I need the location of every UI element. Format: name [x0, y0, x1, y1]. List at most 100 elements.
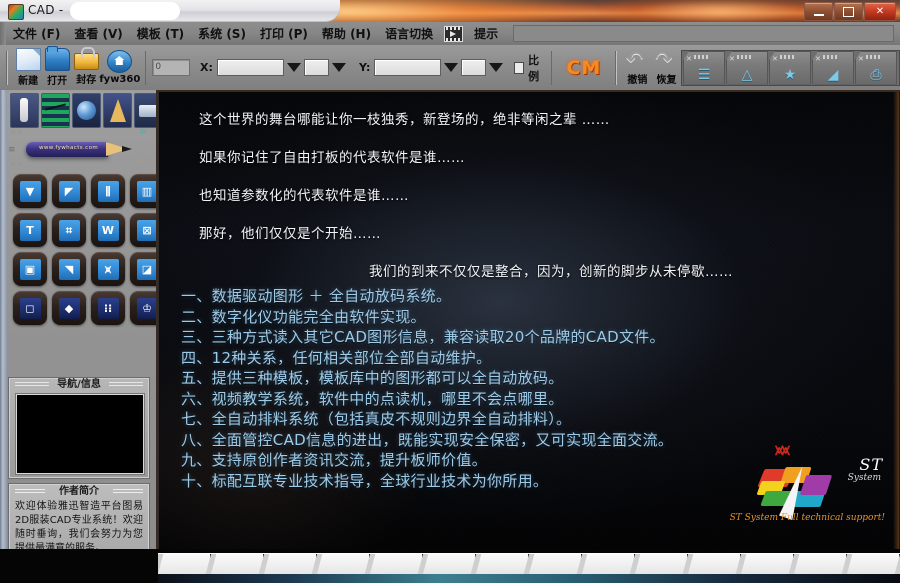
tool-button-frame[interactable]: ▣	[13, 252, 47, 286]
minimize-button[interactable]	[804, 2, 833, 21]
view-tab-grip-icon	[823, 54, 838, 59]
y-input[interactable]	[374, 59, 442, 76]
redacted-title-block	[70, 2, 180, 20]
view-tab-list[interactable]: ✕ ☰	[683, 50, 726, 85]
menu-item-print[interactable]: 打印 (P)	[253, 23, 315, 44]
tool-button-text[interactable]: T	[13, 213, 47, 247]
tool-button-sew[interactable]: ⌗	[52, 213, 86, 247]
printer-icon: ⎙	[870, 66, 882, 83]
x-unit-chevron-down-icon[interactable]	[331, 63, 346, 72]
page-tab[interactable]	[158, 554, 211, 574]
page-tab[interactable]	[529, 554, 582, 574]
scale-checkbox[interactable]	[514, 61, 525, 74]
feature-item-6: 六、视频教学系统，软件中的点读机，哪里不会点哪里。	[181, 389, 564, 408]
menu-item-view[interactable]: 查看 (V)	[67, 23, 129, 44]
view-tab-close-icon[interactable]: ✕	[858, 55, 864, 63]
sidebar-decor-lines: ≡	[8, 145, 17, 155]
home-icon	[107, 50, 133, 73]
x-input[interactable]	[216, 59, 284, 76]
toolbar-divider-3	[550, 50, 553, 85]
y-dropdown-chevron-down-icon[interactable]	[444, 63, 459, 72]
page-tab[interactable]	[582, 554, 635, 574]
view-tab-grade[interactable]: ✕ ◢	[812, 50, 855, 85]
layers-stripe-icon[interactable]	[41, 93, 70, 128]
tool-button-dart[interactable]: ▼	[13, 174, 47, 208]
page-tab[interactable]	[370, 554, 423, 574]
tool-button-select[interactable]: ◻	[13, 291, 47, 325]
redo-button[interactable]: ↷ 恢复	[652, 47, 681, 89]
page-tab[interactable]	[423, 554, 476, 574]
open-button[interactable]: 打开	[43, 46, 72, 89]
page-tab[interactable]	[847, 554, 900, 574]
tool-button-corner[interactable]: ◤	[52, 174, 86, 208]
x-dropdown-chevron-down-icon[interactable]	[286, 63, 301, 72]
navigation-info-panel: 导航/信息	[8, 377, 150, 479]
navigation-preview-canvas[interactable]	[15, 393, 145, 475]
page-tab[interactable]	[476, 554, 529, 574]
scale-label: 比例	[528, 53, 540, 83]
view-tab-grip-icon	[866, 54, 881, 59]
menu-item-help[interactable]: 帮助 (H)	[315, 23, 378, 44]
fyw360-button[interactable]: fyw360	[99, 47, 141, 89]
sidebar-top-icon-row	[10, 93, 163, 128]
index-field[interactable]: 0	[152, 59, 191, 76]
fyw360-button-label: fyw360	[99, 74, 141, 85]
menu-item-file[interactable]: 文件 (F)	[6, 23, 67, 44]
tool-button-arrow[interactable]: ◥	[52, 252, 86, 286]
page-tab[interactable]	[794, 554, 847, 574]
tool-button-dots[interactable]: ⁝⁝	[91, 291, 125, 325]
feature-item-4: 四、12种关系，任何相关部位全部自动维护。	[181, 348, 492, 367]
x-unit-input[interactable]	[303, 59, 329, 76]
archive-button[interactable]: 封存	[72, 47, 101, 89]
tool-button-pleat[interactable]: ⫼	[91, 174, 125, 208]
page-tab[interactable]	[317, 554, 370, 574]
grid-tool-icon: ▥	[136, 180, 158, 202]
menu-item-template[interactable]: 模板 (T)	[130, 23, 191, 44]
sidebar-edge-rail	[0, 90, 7, 583]
page-tab[interactable]	[264, 554, 317, 574]
page-tab[interactable]	[211, 554, 264, 574]
y-unit-input[interactable]	[461, 59, 487, 76]
menu-item-tips[interactable]: 提示	[467, 23, 505, 44]
redo-button-label: 恢复	[656, 75, 677, 86]
author-panel-text: 欢迎体验雅迅智造平台图易2D服装CAD专业系统！欢迎随时垂询，我们会努力为您提供…	[15, 501, 143, 554]
view-tab-close-icon[interactable]: ✕	[729, 55, 735, 63]
lock-archive-icon	[73, 47, 99, 70]
tool-button-wave[interactable]: ⩙	[91, 252, 125, 286]
tool-button-w[interactable]: W	[91, 213, 125, 247]
sphere-icon[interactable]	[72, 93, 101, 128]
view-tab-garment[interactable]: ✕ △	[726, 50, 769, 85]
hero-line-5: 我们的到来不仅仅是整合，因为，创新的脚步从未停歇……	[369, 264, 733, 280]
logo-scribble-icon: ⩙⩙	[775, 441, 790, 459]
hero-line-1: 这个世界的舞台哪能让你一枝独秀，新登场的，绝非等闲之辈 ……	[199, 112, 610, 128]
view-tab-close-icon[interactable]: ✕	[686, 55, 692, 63]
tool-button-diamond[interactable]: ◆	[52, 291, 86, 325]
open-button-label: 打开	[47, 76, 68, 87]
main-right-glow	[893, 92, 899, 549]
view-tab-favorite[interactable]: ✕ ★	[769, 50, 812, 85]
page-tab[interactable]	[741, 554, 794, 574]
undo-button[interactable]: ↶ 撤销	[623, 47, 652, 89]
logo-brand-subtext: System	[847, 473, 881, 483]
page-tab[interactable]	[635, 554, 688, 574]
close-button[interactable]: ✕	[864, 2, 896, 21]
navigation-panel-title: 导航/信息	[9, 378, 149, 392]
view-tab-close-icon[interactable]: ✕	[772, 55, 778, 63]
view-tab-close-icon[interactable]: ✕	[815, 55, 821, 63]
view-tab-print[interactable]: ✕ ⎙	[855, 50, 898, 85]
cross-box-tool-icon: ⊠	[136, 219, 158, 241]
undo-arrow-icon: ↶	[625, 47, 644, 71]
new-button[interactable]: 新建	[14, 47, 43, 89]
mouse-device-icon[interactable]	[10, 93, 39, 128]
film-strip-icon[interactable]	[444, 25, 464, 42]
feature-item-2: 二、数字化仪功能完全由软件实现。	[181, 307, 426, 326]
view-tab-grip-icon	[694, 54, 709, 59]
page-tab[interactable]	[688, 554, 741, 574]
y-unit-chevron-down-icon[interactable]	[489, 63, 504, 72]
pencil-cone-icon[interactable]	[103, 93, 132, 128]
menu-item-language[interactable]: 语言切换	[378, 23, 440, 44]
menu-item-system[interactable]: 系统 (S)	[191, 23, 253, 44]
feature-item-5: 五、提供三种模板，模板库中的图形都可以全自动放码。	[181, 369, 564, 387]
sidebar-decor-dots-top: ⁘⁘	[10, 128, 24, 136]
maximize-button[interactable]	[834, 2, 863, 21]
